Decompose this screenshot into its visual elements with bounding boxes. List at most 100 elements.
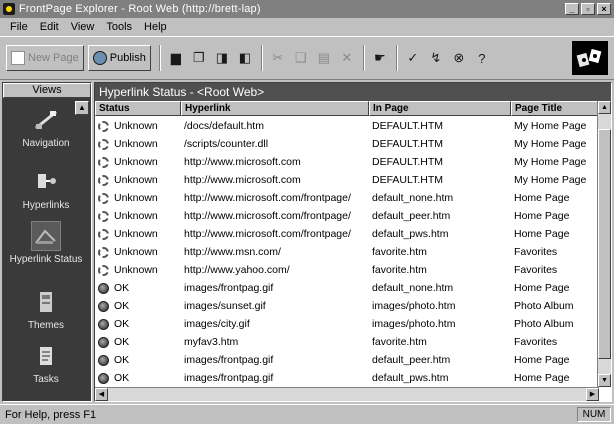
table-row[interactable]: OK images/frontpag.gif default_none.htm Hom… [95,279,599,297]
window-controls: _ ▫ × [565,3,611,15]
frontpage-logo-icon [576,48,602,68]
table-row[interactable]: OK images/frontpag.gif default_peer.htm Hom… [95,351,599,369]
table-row[interactable]: Unknown http://www.microsoft.com/frontpag… [95,225,599,243]
scroll-up-button[interactable]: ▲ [598,101,611,114]
in-page-cell: default_none.htm [372,192,454,204]
hyperlink-cell: http://www.yahoo.com/ [184,264,290,276]
table-row[interactable]: Unknown/docs/default.htm DEFAULT.HTM My Ho… [95,117,599,135]
status-cell: Unknown [95,174,181,186]
new-page-label: New Page [28,52,79,64]
toolbar-separator [260,45,263,71]
view-label: Tasks [33,374,59,385]
view-label: Navigation [22,138,70,149]
status-ok-icon [98,336,109,348]
status-unknown-icon [98,228,109,240]
frontpage-logo [572,41,608,75]
page-title-cell: Favorites [514,336,558,348]
table-row[interactable]: Unknown http://www.microsoft.com/frontpag… [95,207,599,225]
view-themes[interactable]: Themes [3,287,89,331]
in-page-cell: default_peer.htm [372,210,451,222]
table-row[interactable]: Unknown http://www.msn.com/favorite.htm Fa… [95,243,599,261]
status-cell: OK [95,300,181,312]
menu-edit[interactable]: Edit [34,21,65,33]
status-text: Unknown [114,264,158,276]
publish-button[interactable]: Publish [87,45,151,71]
table-row[interactable]: OK images/sunset.gif images/photo.htm Photo… [95,297,599,315]
in-page-cell: images/photo.htm [372,300,456,312]
hyperlink-cell: images/frontpag.gif [184,354,274,366]
hyperlink-list: Unknown/docs/default.htm DEFAULT.HTM My Ho… [95,117,599,387]
menu-file[interactable]: File [4,21,34,33]
recalculate-icon[interactable]: ↯ [425,47,447,69]
status-unknown-icon [98,120,109,132]
page-title-cell: Photo Album [514,318,574,330]
status-text: OK [114,354,130,366]
view-tasks[interactable]: Tasks [3,341,89,385]
help-icon[interactable]: ? [471,47,493,69]
table-row[interactable]: OK images/city.gif images/photo.htm Photo A… [95,315,599,333]
status-cell: Unknown [95,138,181,150]
table-row[interactable]: Unknown http://www.microsoft.com/frontpag… [95,189,599,207]
pane-title: Hyperlink Status - <Root Web> [95,83,611,101]
status-ok-icon [98,282,109,294]
new-page-button[interactable]: New Page [6,45,84,71]
table-row[interactable]: Unknown http://www.microsoft.com DEFAULT.H… [95,153,599,171]
horizontal-scrollbar[interactable]: ◀ ▶ [95,387,599,401]
status-ok-icon [98,300,109,312]
view-hyperlinks[interactable]: Hyperlinks [3,167,89,211]
minimize-button[interactable]: _ [565,3,579,15]
table-row[interactable]: OK images/frontpag.gif default_pws.htm Home… [95,369,599,387]
close-button[interactable]: × [597,3,611,15]
stop-icon[interactable]: ⊗ [448,47,470,69]
publish-label: Publish [109,52,146,64]
status-text: OK [114,318,130,330]
paste-disabled-icon[interactable]: ▤ [313,47,335,69]
paste-page-icon[interactable]: ◨ [211,47,233,69]
hyperlink-cell: images/sunset.gif [184,300,266,312]
menu-view[interactable]: View [65,21,101,33]
status-text: Unknown [114,192,158,204]
table-row[interactable]: OK myfav3.htm favorite.htm Favorites [95,333,599,351]
menu-help[interactable]: Help [138,21,173,33]
column-header-status[interactable]: Status [95,101,181,116]
scroll-right-button[interactable]: ▶ [586,388,599,401]
status-cell: Unknown [95,210,181,222]
scroll-left-button[interactable]: ◀ [95,388,108,401]
copy-disabled-icon[interactable]: ❏ [290,47,312,69]
hyperlink-cell: images/frontpag.gif [184,372,274,384]
in-page-cell: default_peer.htm [372,354,451,366]
table-row[interactable]: Unknown http://www.yahoo.com/favorite.htm… [95,261,599,279]
cut-icon[interactable]: ✂ [267,47,289,69]
page-title-cell: My Home Page [514,138,587,150]
themes-icon [31,287,61,317]
status-unknown-icon [98,156,109,168]
scroll-thumb[interactable] [598,129,611,359]
column-header-hyperlink[interactable]: Hyperlink [181,101,369,116]
view-hyperlink-status[interactable]: Hyperlink Status [3,221,89,265]
publish-globe-icon [92,51,107,65]
open-folder-icon[interactable]: ▆ [165,47,187,69]
status-cell: Unknown [95,264,181,276]
view-navigation[interactable]: Navigation [3,105,89,149]
page-title-cell: Home Page [514,192,570,204]
import-icon[interactable]: ◧ [234,47,256,69]
maximize-button[interactable]: ▫ [581,3,595,15]
hyperlink-cell: http://www.microsoft.com/frontpage/ [184,228,351,240]
status-text: Unknown [114,174,158,186]
menu-tools[interactable]: Tools [100,21,138,33]
hyperlink-cell: images/city.gif [184,318,250,330]
column-header-page-title[interactable]: Page Title [511,101,599,116]
scroll-down-button[interactable]: ▼ [598,374,611,387]
in-page-cell: favorite.htm [372,264,427,276]
verify-hyperlinks-icon[interactable]: ✓ [402,47,424,69]
column-header-in-page[interactable]: In Page [369,101,511,116]
delete-icon[interactable]: ✕ [336,47,358,69]
copy-icon[interactable]: ❐ [188,47,210,69]
hyperlink-icon[interactable]: ☛ [369,47,391,69]
vertical-scrollbar[interactable]: ▲ ▼ [597,101,611,387]
table-row[interactable]: Unknown/scripts/counter.dll DEFAULT.HTM My… [95,135,599,153]
in-page-cell: images/photo.htm [372,318,456,330]
table-row[interactable]: Unknown http://www.microsoft.com DEFAULT.H… [95,171,599,189]
status-text: OK [114,336,130,348]
frontpage-app-icon[interactable] [3,3,15,15]
